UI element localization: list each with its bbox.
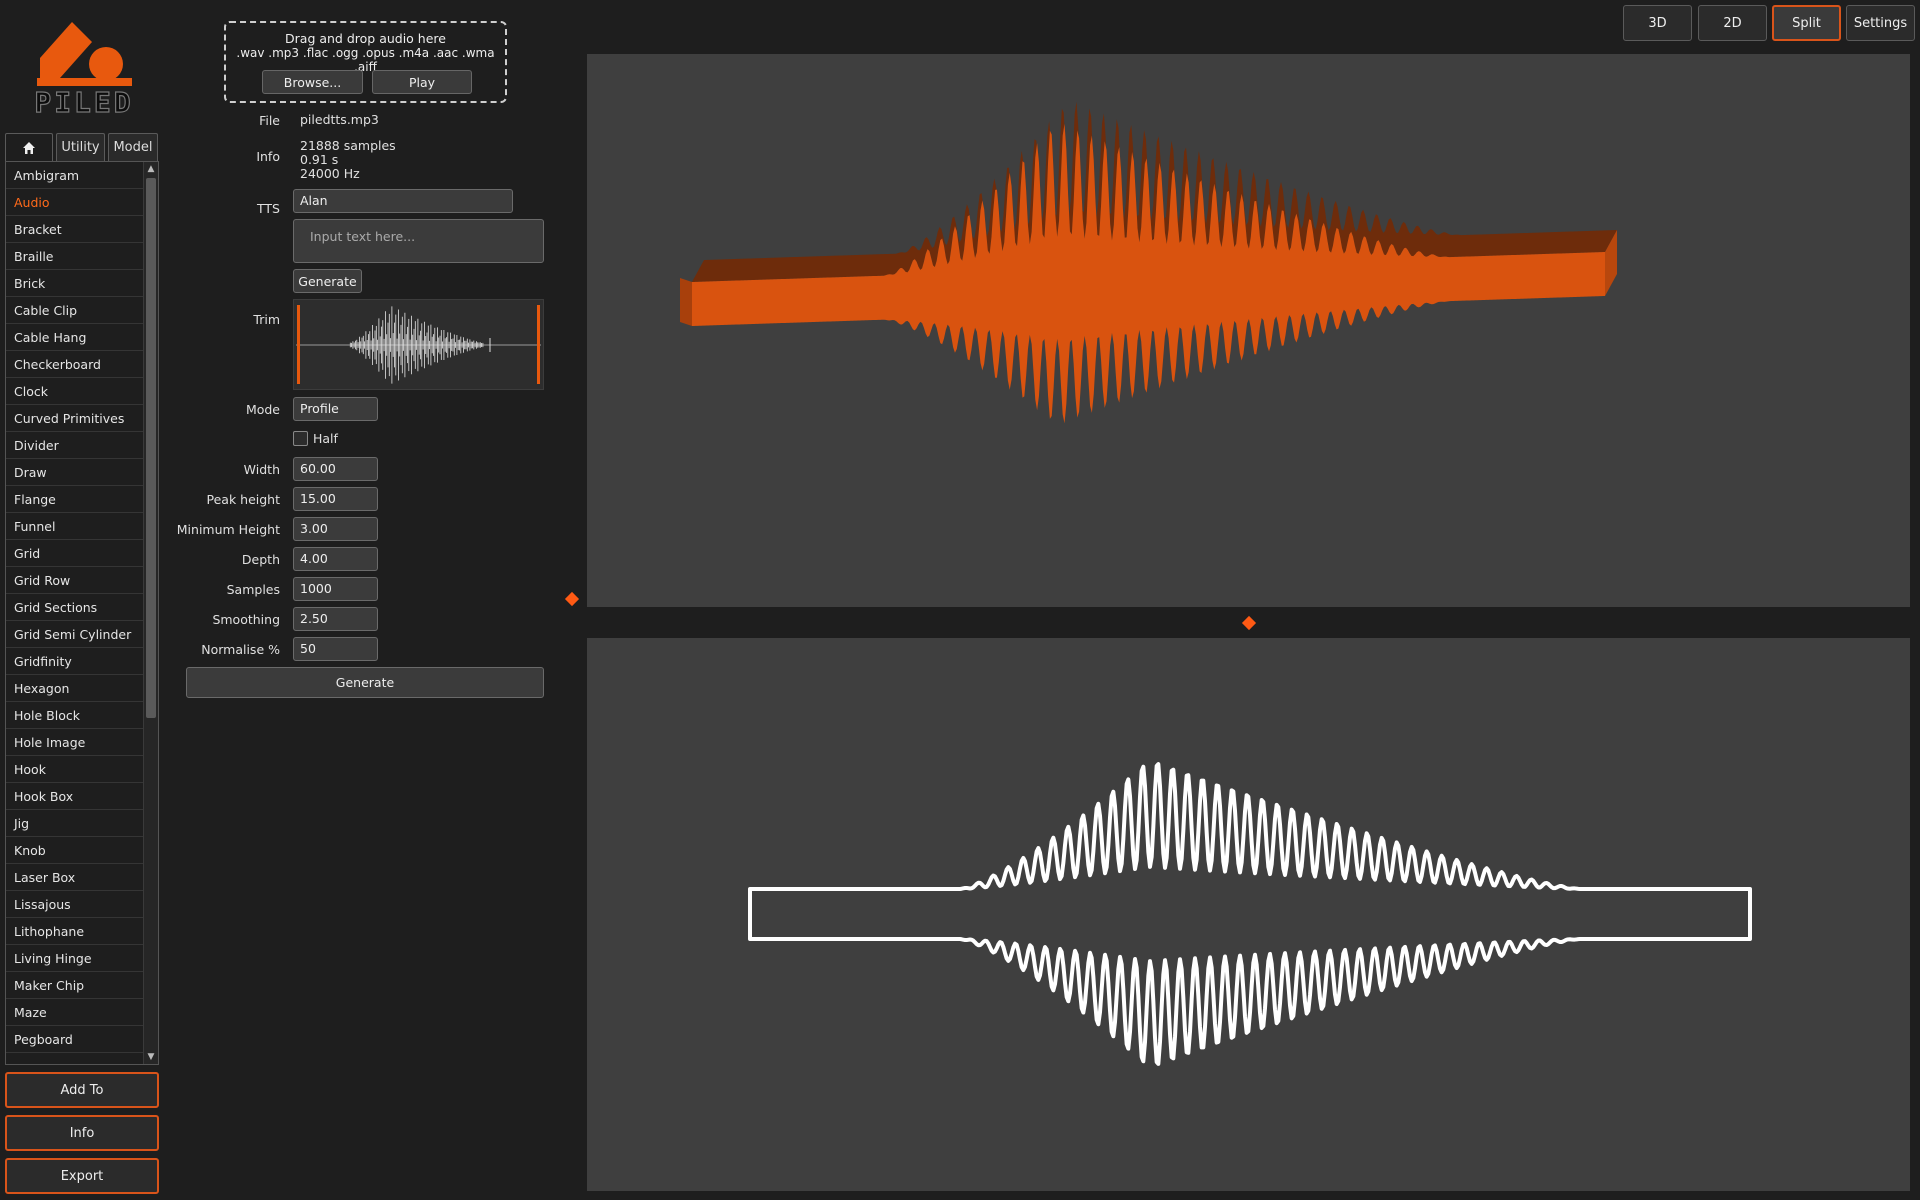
list-item[interactable]: Hexagon	[6, 675, 144, 702]
play-button[interactable]: Play	[372, 70, 472, 94]
list-item[interactable]: Grid Row	[6, 567, 144, 594]
info-label: Info	[256, 149, 280, 164]
scroll-up-icon[interactable]: ▲	[146, 164, 156, 174]
list-item[interactable]: Cable Clip	[6, 297, 144, 324]
depth-input[interactable]: 4.00	[293, 547, 378, 571]
list-item[interactable]: Hook Box	[6, 783, 144, 810]
trim-waveform[interactable]	[293, 299, 544, 390]
list-item[interactable]: Divider	[6, 432, 144, 459]
viewport-3d[interactable]	[587, 54, 1910, 607]
peak-height-input[interactable]: 15.00	[293, 487, 378, 511]
view-3d-button[interactable]: 3D	[1623, 5, 1692, 41]
list-item[interactable]: Lithophane	[6, 918, 144, 945]
list-item[interactable]: Hole Block	[6, 702, 144, 729]
minimum-height-label: Minimum Height	[176, 522, 280, 537]
list-item[interactable]: Funnel	[6, 513, 144, 540]
scroll-thumb[interactable]	[146, 178, 156, 718]
list-item[interactable]: Jig	[6, 810, 144, 837]
list-item[interactable]: Gridfinity	[6, 648, 144, 675]
smoothing-label: Smoothing	[212, 612, 280, 627]
list-item[interactable]: Draw	[6, 459, 144, 486]
piled-logo: PILED	[34, 14, 134, 120]
export-button[interactable]: Export	[5, 1158, 159, 1194]
list-item[interactable]: Pegboard	[6, 1026, 144, 1053]
peak-height-label: Peak height	[206, 492, 281, 507]
info-samples: 21888 samples	[300, 138, 396, 153]
mode-label: Mode	[245, 402, 280, 417]
minimum-height-input[interactable]: 3.00	[293, 517, 378, 541]
width-label: Width	[243, 462, 280, 477]
list-item[interactable]: Maze	[6, 999, 144, 1026]
tts-label: TTS	[257, 201, 280, 216]
normalise-label: Normalise %	[201, 642, 280, 657]
list-item[interactable]: Audio	[6, 189, 144, 216]
depth-label: Depth	[241, 552, 280, 567]
list-item[interactable]: Flange	[6, 486, 144, 513]
list-item[interactable]: Checkerboard	[6, 351, 144, 378]
scroll-down-icon[interactable]: ▼	[146, 1052, 156, 1062]
mode-select[interactable]: Profile	[293, 397, 378, 421]
generate-button[interactable]: Generate	[186, 667, 544, 698]
half-checkbox[interactable]	[293, 431, 308, 446]
horizontal-splitter-handle[interactable]	[1241, 615, 1257, 631]
list-item[interactable]: Brick	[6, 270, 144, 297]
tab-utility[interactable]: Utility	[56, 133, 105, 161]
info-duration: 0.91 s	[300, 152, 339, 167]
file-label: File	[259, 113, 280, 128]
model-3d-render	[680, 101, 1617, 424]
view-2d-button[interactable]: 2D	[1698, 5, 1767, 41]
normalise-input[interactable]: 50	[293, 637, 378, 661]
list-item[interactable]: Bracket	[6, 216, 144, 243]
view-split-button[interactable]: Split	[1772, 5, 1841, 41]
tts-generate-button[interactable]: Generate	[293, 269, 362, 293]
model-list-items: Ambigram Audio Bracket Braille Brick Cable Cl…	[6, 162, 144, 1053]
category-tabs: Utility Model	[5, 133, 158, 161]
info-button[interactable]: Info	[5, 1115, 159, 1151]
list-item[interactable]: Hook	[6, 756, 144, 783]
list-item[interactable]: Braille	[6, 243, 144, 270]
profile-2d-render	[748, 762, 1752, 1066]
samples-label: Samples	[226, 582, 280, 597]
dropzone-title: Drag and drop audio here	[285, 31, 446, 46]
tab-home[interactable]	[5, 133, 53, 161]
list-item[interactable]: Living Hinge	[6, 945, 144, 972]
list-item[interactable]: Cable Hang	[6, 324, 144, 351]
file-value: piledtts.mp3	[300, 112, 379, 127]
list-item[interactable]: Hole Image	[6, 729, 144, 756]
list-item[interactable]: Clock	[6, 378, 144, 405]
tts-text-input[interactable]: Input text here...	[293, 219, 544, 263]
samples-input[interactable]: 1000	[293, 577, 378, 601]
vertical-splitter-handle[interactable]	[564, 591, 580, 607]
list-item[interactable]: Grid	[6, 540, 144, 567]
tab-model[interactable]: Model	[108, 133, 158, 161]
list-item[interactable]: Lissajous	[6, 891, 144, 918]
tts-voice-select[interactable]: Alan	[293, 189, 513, 213]
audio-dropzone[interactable]: Drag and drop audio here .wav .mp3 .flac…	[224, 21, 507, 103]
browse-button[interactable]: Browse...	[262, 70, 363, 94]
info-rate: 24000 Hz	[300, 166, 360, 181]
logo-mark-icon	[37, 22, 132, 86]
list-item[interactable]: Grid Sections	[6, 594, 144, 621]
viewport-2d[interactable]	[587, 638, 1910, 1191]
list-item[interactable]: Knob	[6, 837, 144, 864]
list-item[interactable]: Curved Primitives	[6, 405, 144, 432]
logo-text: PILED	[34, 85, 134, 119]
list-item[interactable]: Grid Semi Cylinder	[6, 621, 144, 648]
home-icon	[23, 141, 35, 154]
list-item[interactable]: Maker Chip	[6, 972, 144, 999]
list-item[interactable]: Ambigram	[6, 162, 144, 189]
half-label: Half	[313, 431, 338, 446]
width-input[interactable]: 60.00	[293, 457, 378, 481]
smoothing-input[interactable]: 2.50	[293, 607, 378, 631]
settings-button[interactable]: Settings	[1846, 5, 1915, 41]
add-to-button[interactable]: Add To	[5, 1072, 159, 1108]
list-item[interactable]: Laser Box	[6, 864, 144, 891]
model-list[interactable]: Ambigram Audio Bracket Braille Brick Cable Cl…	[5, 161, 159, 1065]
trim-label: Trim	[253, 312, 280, 327]
